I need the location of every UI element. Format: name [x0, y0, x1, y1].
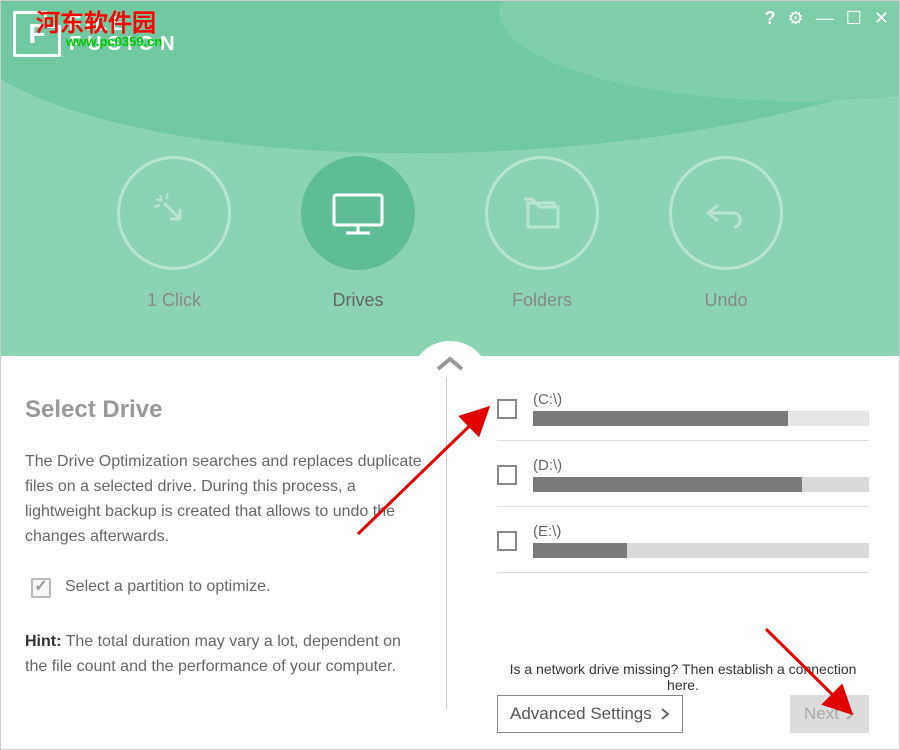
- close-button[interactable]: ✕: [874, 9, 889, 27]
- description-text: The Drive Optimization searches and repl…: [25, 450, 422, 549]
- hint-text: Hint: The total duration may vary a lot,…: [25, 630, 422, 680]
- chevron-up-icon: [434, 353, 466, 373]
- partition-instruction-text: Select a partition to optimize.: [65, 575, 270, 600]
- mode-selector: 1 Click Drives Folders: [1, 156, 899, 311]
- window-controls: ? ⚙ — ☐ ✕: [765, 9, 889, 27]
- mode-label: Drives: [332, 290, 383, 311]
- cursor-click-icon: [117, 156, 231, 270]
- chevron-right-icon: [845, 707, 855, 721]
- hint-body: The total duration may vary a lot, depen…: [25, 633, 401, 675]
- mode-folders[interactable]: Folders: [485, 156, 599, 311]
- chevron-right-icon: [660, 707, 670, 721]
- next-button[interactable]: Next: [790, 695, 869, 733]
- help-button[interactable]: ?: [765, 9, 776, 27]
- minimize-button[interactable]: —: [816, 9, 834, 27]
- monitor-icon: [301, 156, 415, 270]
- left-pane: Select Drive The Drive Optimization sear…: [1, 381, 446, 749]
- drive-usage-fill: [533, 543, 627, 558]
- mode-oneclick[interactable]: 1 Click: [117, 156, 231, 311]
- advanced-settings-button[interactable]: Advanced Settings: [497, 695, 683, 733]
- hint-label: Hint:: [25, 633, 61, 650]
- drive-row-d[interactable]: (D:\): [497, 457, 869, 507]
- mode-drives[interactable]: Drives: [301, 156, 415, 311]
- drive-usage-bar: [533, 543, 869, 558]
- drive-checkbox[interactable]: [497, 465, 517, 485]
- drive-usage-bar: [533, 477, 869, 492]
- mode-undo[interactable]: Undo: [669, 156, 783, 311]
- next-label: Next: [804, 704, 839, 724]
- content-area: Select Drive The Drive Optimization sear…: [1, 381, 899, 749]
- advanced-settings-label: Advanced Settings: [510, 704, 652, 724]
- drive-row-c[interactable]: (C:\): [497, 391, 869, 441]
- app-logo: F FILE FUSION: [13, 11, 181, 57]
- mode-label: Folders: [512, 290, 572, 311]
- checkbox-icon: [31, 578, 51, 598]
- drive-usage-fill: [533, 477, 802, 492]
- drive-info: (C:\): [533, 391, 869, 426]
- drive-checkbox[interactable]: [497, 531, 517, 551]
- drive-usage-fill: [533, 411, 788, 426]
- drive-label: (E:\): [533, 523, 869, 540]
- drive-info: (E:\): [533, 523, 869, 558]
- mode-label: Undo: [704, 290, 747, 311]
- logo-text-line1: FILE: [69, 14, 181, 34]
- right-pane: (C:\) (D:\) (E:\) Is a network drive mis…: [447, 381, 899, 749]
- folders-icon: [485, 156, 599, 270]
- drive-row-e[interactable]: (E:\): [497, 523, 869, 573]
- drive-label: (D:\): [533, 457, 869, 474]
- logo-mark: F: [13, 11, 61, 57]
- maximize-button[interactable]: ☐: [846, 9, 862, 27]
- settings-button[interactable]: ⚙: [788, 9, 804, 27]
- mode-label: 1 Click: [147, 290, 201, 311]
- partition-instruction-row: Select a partition to optimize.: [31, 575, 422, 600]
- drive-usage-bar: [533, 411, 869, 426]
- drive-checkbox[interactable]: [497, 399, 517, 419]
- logo-text-line2: FUSION: [69, 34, 181, 54]
- header-area: F FILE FUSION 河东软件园 www.pc0359.cn ? ⚙ — …: [1, 1, 899, 356]
- undo-icon: [669, 156, 783, 270]
- drive-label: (C:\): [533, 391, 869, 408]
- section-title: Select Drive: [25, 391, 422, 428]
- network-drive-hint[interactable]: Is a network drive missing? Then establi…: [497, 661, 869, 693]
- drive-info: (D:\): [533, 457, 869, 492]
